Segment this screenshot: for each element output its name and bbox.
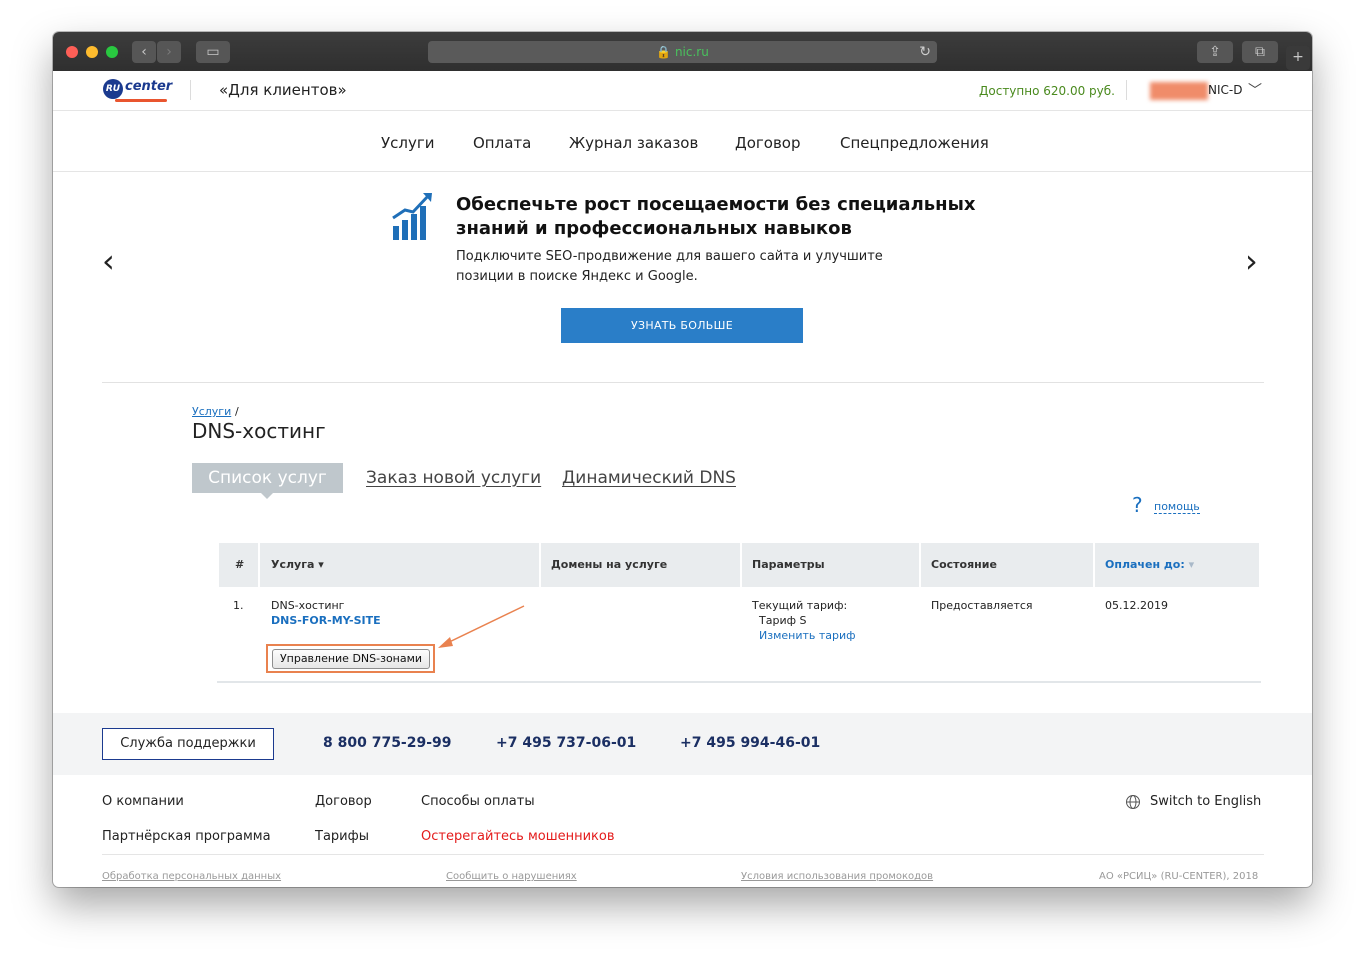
manage-dns-zones-button[interactable]: Управление DNS-зонами [272, 649, 430, 669]
browser-toolbar: ‹ › ▭ 🔒 nic.ru ↻ ⇪ ⧉ + [53, 32, 1312, 71]
col-domains: Домены на услуге [551, 558, 668, 571]
col-parameters: Параметры [752, 558, 825, 571]
globe-icon[interactable] [1125, 794, 1141, 810]
row-params-label: Текущий тариф: [752, 599, 848, 612]
carousel-prev-icon[interactable]: ‹ [102, 242, 115, 280]
col-paid-until[interactable]: Оплачен до: ▾ [1105, 543, 1194, 587]
footer-link-tariffs[interactable]: Тарифы [315, 829, 369, 844]
zoom-window-button[interactable] [106, 46, 118, 58]
row-tariff: Тариф S [759, 614, 807, 627]
help-icon[interactable]: ? [1132, 493, 1143, 517]
row-service-name-link[interactable]: DNS-FOR-MY-SITE [271, 614, 381, 627]
col-status: Состояние [931, 558, 997, 571]
page-title: DNS-хостинг [192, 419, 326, 443]
nav-item-order-log[interactable]: Журнал заказов [569, 134, 698, 152]
phone-2[interactable]: +7 495 737-06-01 [496, 735, 636, 751]
footer-link-partner-program[interactable]: Партнёрская программа [102, 829, 271, 844]
main-nav: Услуги Оплата Журнал заказов Договор Спе… [53, 111, 1312, 172]
reload-icon[interactable]: ↻ [919, 41, 931, 63]
table-header: # Услуга ▾ Домены на услуге Параметры Со… [219, 543, 1259, 587]
close-window-button[interactable] [66, 46, 78, 58]
col-separator [539, 543, 541, 587]
carousel-next-icon[interactable]: › [1245, 242, 1258, 280]
tab-service-list[interactable]: Список услуг [192, 463, 343, 493]
annotation-arrow [438, 605, 525, 648]
row-service-type: DNS-хостинг [271, 599, 345, 612]
logo-badge[interactable]: RU [103, 79, 123, 99]
nav-item-payment[interactable]: Оплата [473, 134, 531, 152]
col-separator [919, 543, 921, 587]
account-name[interactable]: NIC-D [1208, 83, 1242, 97]
url-text: nic.ru [674, 45, 709, 59]
redacted-account-id [1150, 82, 1208, 100]
section-divider [102, 382, 1264, 383]
col-paid-until-label: Оплачен до: [1105, 558, 1185, 571]
learn-more-button[interactable]: УЗНАТЬ БОЛЬШЕ [561, 308, 803, 343]
phone-3[interactable]: +7 495 994-46-01 [680, 735, 820, 751]
switch-language-link[interactable]: Switch to English [1150, 794, 1261, 809]
col-service[interactable]: Услуга ▾ [271, 543, 324, 587]
address-bar[interactable]: 🔒 nic.ru ↻ [428, 41, 937, 63]
table-bottom-border [217, 681, 1261, 683]
breadcrumb-separator: / [235, 405, 239, 418]
promo-title: Обеспечьте рост посещаемости без специал… [456, 194, 976, 239]
logo-text[interactable]: center [125, 79, 172, 94]
share-icon[interactable]: ⇪ [1197, 41, 1233, 63]
minimize-window-button[interactable] [86, 46, 98, 58]
col-separator [1093, 543, 1095, 587]
row-status: Предоставляется [931, 599, 1033, 612]
footer-link-report-violations[interactable]: Сообщить о нарушениях [446, 871, 577, 882]
nav-item-services[interactable]: Услуги [381, 134, 434, 152]
lock-icon: 🔒 [656, 45, 672, 59]
nav-item-contract[interactable]: Договор [735, 134, 801, 152]
row-number: 1. [233, 599, 244, 612]
footer-link-promo-terms[interactable]: Условия использования промокодов [741, 871, 933, 882]
sidebar-icon[interactable]: ▭ [196, 41, 230, 63]
row-paid-until: 05.12.2019 [1105, 599, 1168, 612]
footer-link-about[interactable]: О компании [102, 794, 184, 809]
chevron-down-icon[interactable]: ﹀ [1248, 80, 1262, 100]
logo-swoosh [115, 99, 167, 102]
help-link[interactable]: помощь [1154, 500, 1200, 514]
site-header: RU center «Для клиентов» Доступно 620.00… [53, 71, 1312, 111]
col-number: # [235, 558, 245, 571]
support-button[interactable]: Служба поддержки [102, 728, 274, 760]
change-tariff-link[interactable]: Изменить тариф [759, 629, 856, 642]
phone-1[interactable]: 8 800 775-29-99 [323, 735, 452, 751]
account-balance[interactable]: Доступно 620.00 руб. [979, 84, 1115, 98]
support-band: Служба поддержки 8 800 775-29-99 +7 495 … [53, 713, 1312, 775]
col-separator [740, 543, 742, 587]
new-tab-icon[interactable]: + [1286, 46, 1310, 70]
tab-new-order[interactable]: Заказ новой услуги [366, 468, 541, 488]
header-title: «Для клиентов» [219, 81, 347, 99]
header-divider-2 [1126, 80, 1127, 100]
active-tab-caret [261, 493, 273, 499]
footer-link-contract[interactable]: Договор [315, 794, 372, 809]
footer-link-personal-data[interactable]: Обработка персональных данных [102, 871, 281, 882]
sort-down-icon[interactable]: ▾ [1189, 558, 1195, 571]
footer-link-payment-methods[interactable]: Способы оплаты [421, 794, 535, 809]
copyright: АО «РСИЦ» (RU-CENTER), 2018 [1099, 871, 1259, 882]
nav-item-special-offers[interactable]: Спецпредложения [840, 134, 989, 152]
promo-text: Подключите SEO-продвижение для вашего са… [456, 249, 883, 284]
forward-icon[interactable]: › [157, 41, 181, 63]
footer-link-fraud-warning[interactable]: Остерегайтесь мошенников [421, 829, 615, 844]
col-separator [258, 543, 260, 587]
header-divider [190, 80, 191, 100]
browser-window: ‹ › ▭ 🔒 nic.ru ↻ ⇪ ⧉ + RU center «Для кл… [53, 32, 1312, 887]
tab-dynamic-dns[interactable]: Динамический DNS [562, 468, 736, 488]
growth-chart-icon [392, 193, 432, 240]
tabs-overview-icon[interactable]: ⧉ [1242, 41, 1278, 63]
footer-divider [102, 854, 1264, 855]
back-icon[interactable]: ‹ [132, 41, 156, 63]
breadcrumb-services-link[interactable]: Услуги [192, 405, 231, 418]
